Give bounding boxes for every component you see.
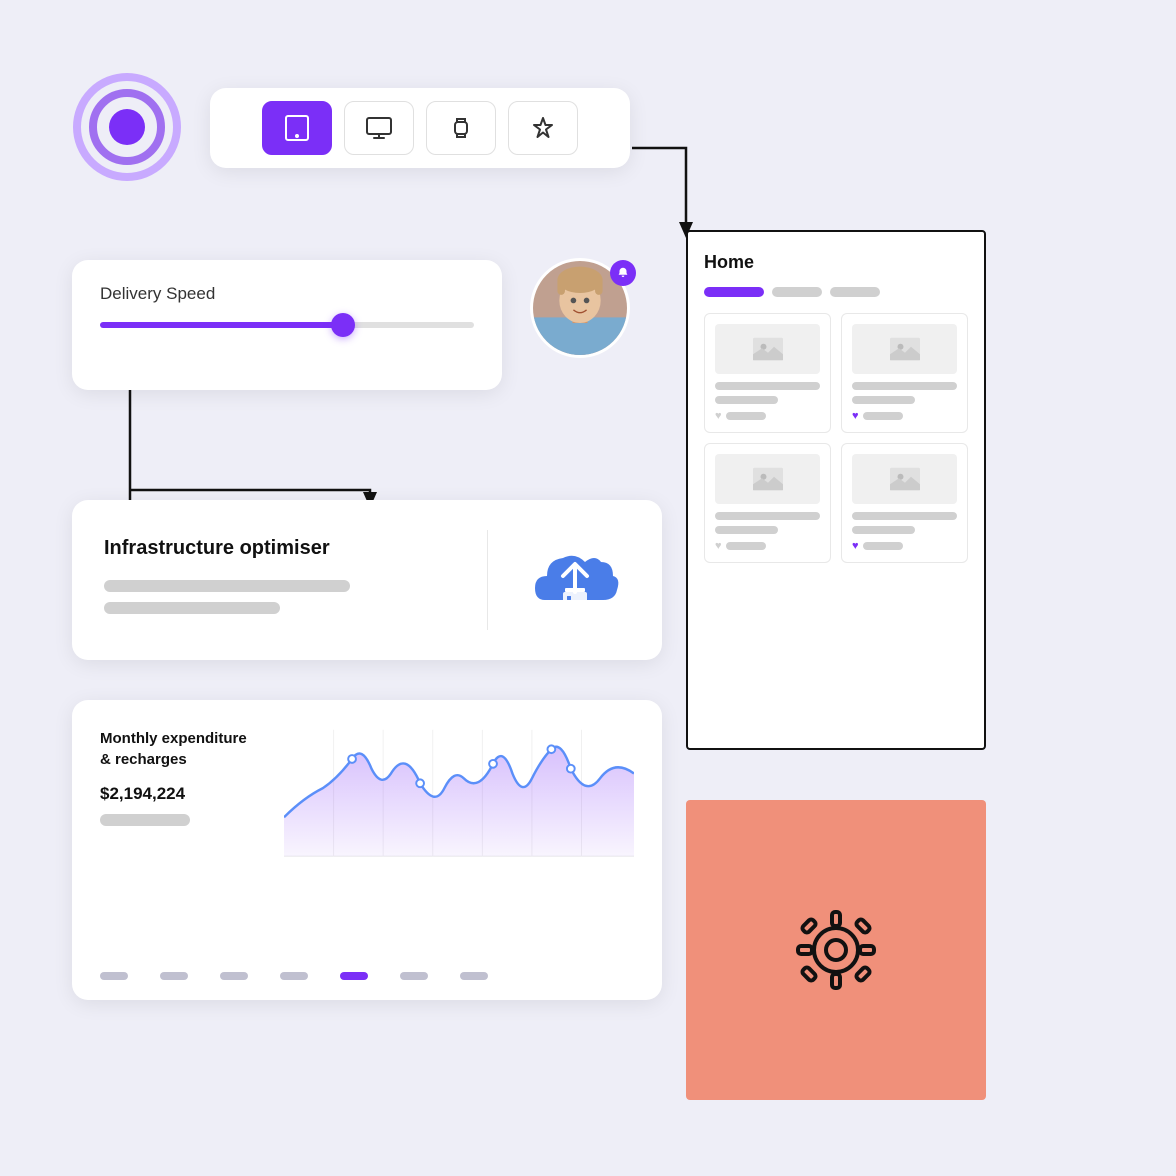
infra-divider [487, 530, 488, 630]
home-panel: Home ♥ [686, 230, 986, 750]
delivery-slider-thumb[interactable] [331, 313, 355, 337]
home-card-image-1 [715, 324, 820, 374]
chart-svg-area [284, 728, 634, 848]
infra-line-1 [104, 580, 350, 592]
chart-value: $2,194,224 [100, 784, 260, 804]
notification-badge [610, 260, 636, 286]
home-grid-item-4: ♥ [841, 443, 968, 563]
home-card-like-4: ♥ [852, 540, 957, 552]
home-card-image-4 [852, 454, 957, 504]
home-card-image-2 [852, 324, 957, 374]
heart-icon-3: ♥ [715, 540, 722, 552]
chart-subtitle-line [100, 814, 190, 826]
home-grid-item-1: ♥ [704, 313, 831, 433]
infra-line-2 [104, 602, 280, 614]
desktop-button[interactable] [344, 101, 414, 155]
home-tab-2[interactable] [772, 287, 822, 297]
chart-card: Monthly expenditure& recharges $2,194,22… [72, 700, 662, 1000]
chart-dot-3[interactable] [220, 972, 248, 980]
device-selector-card [210, 88, 630, 168]
gear-icon [776, 890, 896, 1010]
home-tab-1[interactable] [704, 287, 764, 297]
home-title: Home [704, 252, 968, 273]
home-card-like-2: ♥ [852, 410, 957, 422]
chart-dot-7[interactable] [460, 972, 488, 980]
home-tabs [704, 287, 968, 297]
cloud-upload-icon [520, 535, 630, 625]
tablet-button[interactable] [262, 101, 332, 155]
home-card-image-3 [715, 454, 820, 504]
heart-icon-4: ♥ [852, 540, 859, 552]
home-tab-3[interactable] [830, 287, 880, 297]
chart-pagination [100, 964, 634, 980]
chart-dot-2[interactable] [160, 972, 188, 980]
heart-icon-2: ♥ [852, 410, 859, 422]
home-card-like-1: ♥ [715, 410, 820, 422]
chart-meta: Monthly expenditure& recharges $2,194,22… [100, 728, 260, 848]
home-grid-item-2: ♥ [841, 313, 968, 433]
user-avatar-container [530, 258, 640, 368]
infra-content: Infrastructure optimiser [104, 537, 455, 624]
star-button[interactable] [508, 101, 578, 155]
settings-card [686, 800, 986, 1100]
home-card-like-3: ♥ [715, 540, 820, 552]
chart-dot-1[interactable] [100, 972, 128, 980]
delivery-speed-label: Delivery Speed [100, 284, 474, 304]
delivery-slider-track[interactable] [100, 322, 474, 328]
heart-icon-1: ♥ [715, 410, 722, 422]
infrastructure-card: Infrastructure optimiser [72, 500, 662, 660]
main-container: Delivery Speed [0, 0, 1176, 1176]
home-grid-item-3: ♥ [704, 443, 831, 563]
home-content-grid: ♥ ♥ [704, 313, 968, 563]
chart-dot-5[interactable] [340, 972, 368, 980]
target-icon [72, 72, 182, 182]
chart-dot-6[interactable] [400, 972, 428, 980]
delivery-speed-card: Delivery Speed [72, 260, 502, 390]
chart-top-section: Monthly expenditure& recharges $2,194,22… [100, 728, 634, 848]
infra-title: Infrastructure optimiser [104, 537, 455, 560]
chart-dot-4[interactable] [280, 972, 308, 980]
chart-title: Monthly expenditure& recharges [100, 728, 260, 770]
watch-button[interactable] [426, 101, 496, 155]
